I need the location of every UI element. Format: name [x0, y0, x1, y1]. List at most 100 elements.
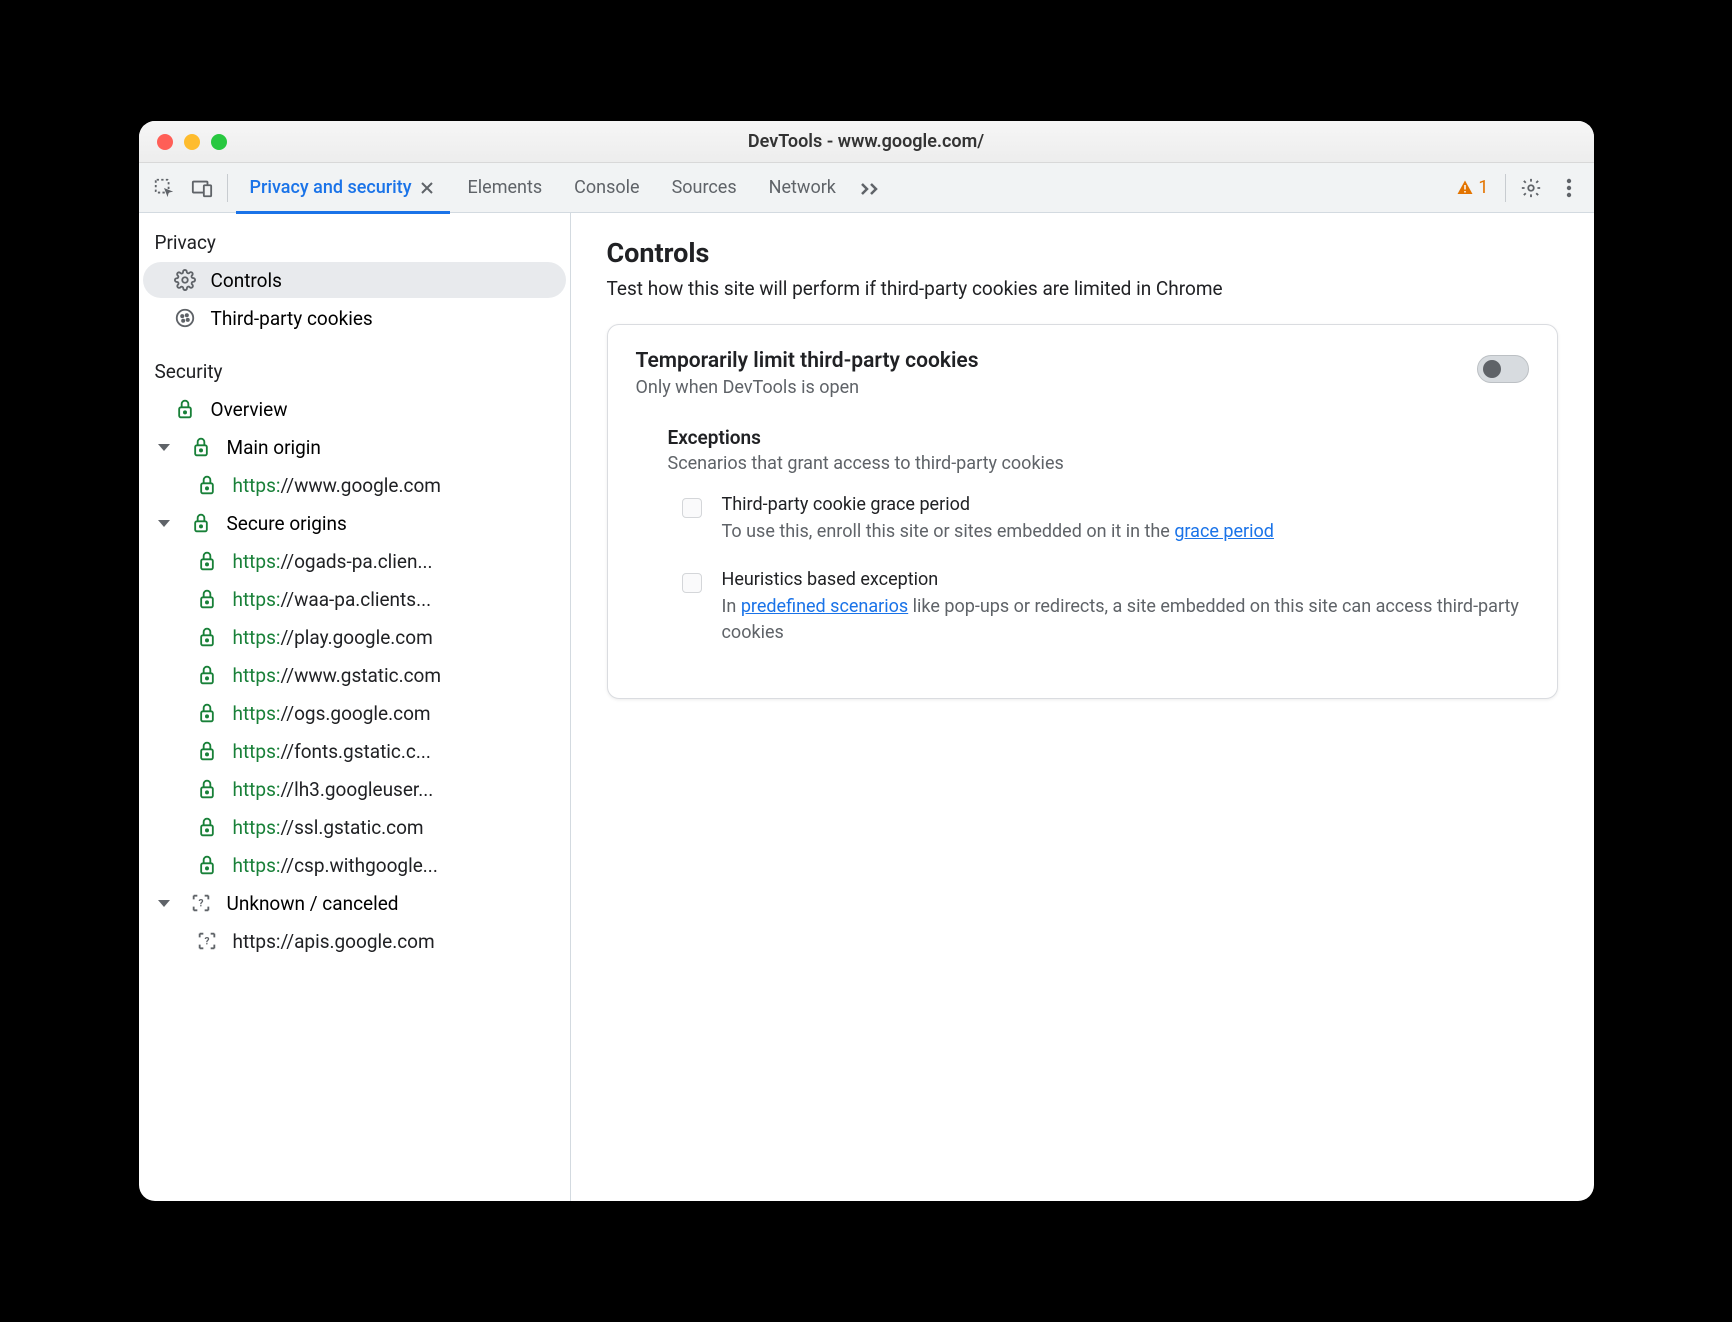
- close-tab-icon[interactable]: [418, 181, 436, 195]
- unknown-icon: ?: [193, 929, 221, 953]
- sidebar-origin-item[interactable]: https://waa-pa.clients...: [143, 581, 566, 617]
- titlebar: DevTools - www.google.com/: [139, 121, 1594, 163]
- predefined-scenarios-link[interactable]: predefined scenarios: [741, 596, 908, 617]
- lock-icon: [193, 663, 221, 687]
- grace-period-link[interactable]: grace period: [1174, 521, 1274, 542]
- kebab-menu-icon[interactable]: [1552, 171, 1586, 205]
- sidebar-origin-item[interactable]: https://fonts.gstatic.c...: [143, 733, 566, 769]
- origin-url: https://csp.withgoogle...: [233, 854, 438, 877]
- origin-url: https://waa-pa.clients...: [233, 588, 432, 611]
- tab-elements[interactable]: Elements: [454, 163, 557, 213]
- sidebar-section-privacy: Privacy: [139, 221, 570, 260]
- tab-label: Sources: [672, 177, 737, 198]
- exception-desc: In predefined scenarios like pop-ups or …: [722, 594, 1529, 646]
- origin-url: https://www.google.com: [233, 474, 441, 497]
- warning-count-value: 1: [1478, 177, 1488, 198]
- tab-console[interactable]: Console: [560, 163, 653, 213]
- exception-row: Third-party cookie grace period To use t…: [668, 494, 1529, 545]
- page-subtitle: Test how this site will perform if third…: [607, 277, 1558, 300]
- sidebar-group-main-origin[interactable]: Main origin: [143, 429, 566, 465]
- card-title: Temporarily limit third-party cookies: [636, 349, 979, 373]
- origin-url: https://ogs.google.com: [233, 702, 431, 725]
- chevron-down-icon: [153, 892, 175, 914]
- chevron-down-icon: [153, 512, 175, 534]
- settings-icon[interactable]: [1514, 171, 1548, 205]
- tab-label: Network: [769, 177, 836, 198]
- exceptions-title: Exceptions: [668, 426, 1529, 449]
- lock-icon: [171, 397, 199, 421]
- sidebar-origin-item[interactable]: https://ogs.google.com: [143, 695, 566, 731]
- svg-text:?: ?: [198, 899, 203, 910]
- card-subtitle: Only when DevTools is open: [636, 377, 979, 398]
- sidebar-section-security: Security: [139, 350, 570, 389]
- gear-icon: [171, 268, 199, 292]
- limit-cookies-toggle[interactable]: [1477, 355, 1529, 383]
- lock-icon: [193, 587, 221, 611]
- sidebar-group-label: Secure origins: [227, 512, 347, 535]
- window-controls: [139, 134, 227, 150]
- warning-icon: [1456, 179, 1474, 197]
- window-title: DevTools - www.google.com/: [139, 131, 1594, 152]
- lock-icon: [193, 853, 221, 877]
- more-tabs-icon[interactable]: [854, 171, 888, 205]
- device-toolbar-icon[interactable]: [185, 171, 219, 205]
- sidebar-item-label: Controls: [211, 269, 282, 292]
- lock-icon: [193, 739, 221, 763]
- minimize-window-button[interactable]: [184, 134, 200, 150]
- page-title: Controls: [607, 237, 1558, 269]
- grace-period-checkbox[interactable]: [682, 498, 702, 518]
- origin-url: https://ogads-pa.clien...: [233, 550, 433, 573]
- sidebar-origin-item[interactable]: https://csp.withgoogle...: [143, 847, 566, 883]
- origin-url: https://ssl.gstatic.com: [233, 816, 424, 839]
- sidebar-item-controls[interactable]: Controls: [143, 262, 566, 298]
- exception-desc: To use this, enroll this site or sites e…: [722, 519, 1529, 545]
- sidebar-origin-item[interactable]: https://www.google.com: [143, 467, 566, 503]
- devtools-window: DevTools - www.google.com/ Privacy and s…: [139, 121, 1594, 1201]
- origin-url: https://lh3.googleuser...: [233, 778, 434, 801]
- tab-sources[interactable]: Sources: [658, 163, 751, 213]
- lock-icon: [193, 777, 221, 801]
- lock-icon: [193, 549, 221, 573]
- origin-url: https://www.gstatic.com: [233, 664, 442, 687]
- exception-title: Third-party cookie grace period: [722, 494, 1529, 515]
- sidebar-origin-item[interactable]: https://ogads-pa.clien...: [143, 543, 566, 579]
- sidebar-item-label: Third-party cookies: [211, 307, 373, 330]
- svg-text:?: ?: [204, 937, 209, 948]
- sidebar-origin-item[interactable]: https://lh3.googleuser...: [143, 771, 566, 807]
- tab-label: Console: [574, 177, 639, 198]
- lock-icon: [187, 435, 215, 459]
- exceptions-subtitle: Scenarios that grant access to third-par…: [668, 453, 1529, 474]
- cookie-icon: [171, 306, 199, 330]
- sidebar-group-secure-origins[interactable]: Secure origins: [143, 505, 566, 541]
- lock-icon: [193, 625, 221, 649]
- tab-label: Elements: [468, 177, 543, 198]
- warning-count[interactable]: 1: [1448, 177, 1496, 198]
- sidebar-origin-item[interactable]: https://play.google.com: [143, 619, 566, 655]
- cookies-card: Temporarily limit third-party cookies On…: [607, 324, 1558, 699]
- sidebar-origin-item[interactable]: https://ssl.gstatic.com: [143, 809, 566, 845]
- devtools-toolbar: Privacy and security Elements Console So…: [139, 163, 1594, 213]
- lock-icon: [193, 815, 221, 839]
- sidebar-origin-item[interactable]: ? https://apis.google.com: [143, 923, 566, 959]
- lock-icon: [193, 473, 221, 497]
- sidebar-group-unknown[interactable]: ? Unknown / canceled: [143, 885, 566, 921]
- sidebar-origin-item[interactable]: https://www.gstatic.com: [143, 657, 566, 693]
- inspect-element-icon[interactable]: [147, 171, 181, 205]
- sidebar-item-third-party-cookies[interactable]: Third-party cookies: [143, 300, 566, 336]
- lock-icon: [193, 701, 221, 725]
- origin-url: https://fonts.gstatic.c...: [233, 740, 431, 763]
- exception-title: Heuristics based exception: [722, 569, 1529, 590]
- close-window-button[interactable]: [157, 134, 173, 150]
- sidebar-group-label: Main origin: [227, 436, 321, 459]
- chevron-down-icon: [153, 436, 175, 458]
- heuristics-checkbox[interactable]: [682, 573, 702, 593]
- exception-row: Heuristics based exception In predefined…: [668, 569, 1529, 646]
- lock-icon: [187, 511, 215, 535]
- tab-network[interactable]: Network: [755, 163, 850, 213]
- tab-label: Privacy and security: [250, 177, 412, 198]
- maximize-window-button[interactable]: [211, 134, 227, 150]
- sidebar-group-label: Unknown / canceled: [227, 892, 399, 915]
- sidebar-item-overview[interactable]: Overview: [143, 391, 566, 427]
- origin-url: https://apis.google.com: [233, 930, 435, 953]
- tab-privacy-security[interactable]: Privacy and security: [236, 164, 450, 214]
